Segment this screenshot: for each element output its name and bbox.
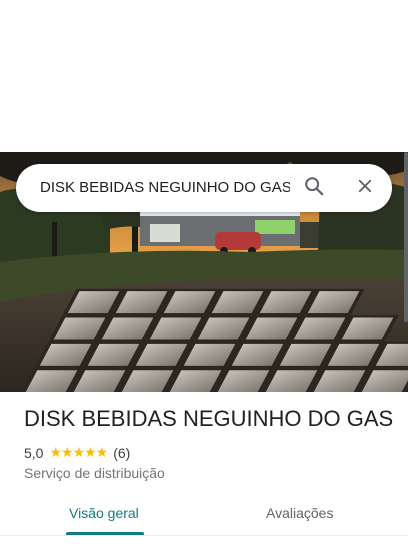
- rating-row: 5,0 ★★★★★ (6): [24, 444, 130, 461]
- tab-divider: [0, 535, 408, 536]
- search-input[interactable]: DISK BEBIDAS NEGUINHO DO GAS: [40, 164, 290, 212]
- tab-overview[interactable]: Visão geral: [69, 505, 139, 521]
- scrollbar[interactable]: [404, 152, 408, 322]
- review-count-link[interactable]: (6): [113, 445, 130, 461]
- rating-value: 5,0: [24, 444, 44, 461]
- rating-stars: ★★★★★: [49, 444, 108, 460]
- close-button[interactable]: [349, 172, 381, 204]
- tab-reviews[interactable]: Avaliações: [266, 505, 333, 521]
- place-category[interactable]: Serviço de distribuição: [24, 465, 165, 481]
- search-icon: [303, 175, 325, 202]
- place-title: DISK BEBIDAS NEGUINHO DO GAS: [24, 406, 394, 431]
- search-box[interactable]: DISK BEBIDAS NEGUINHO DO GAS: [16, 164, 392, 212]
- close-icon: [356, 177, 374, 200]
- search-button[interactable]: [298, 172, 330, 204]
